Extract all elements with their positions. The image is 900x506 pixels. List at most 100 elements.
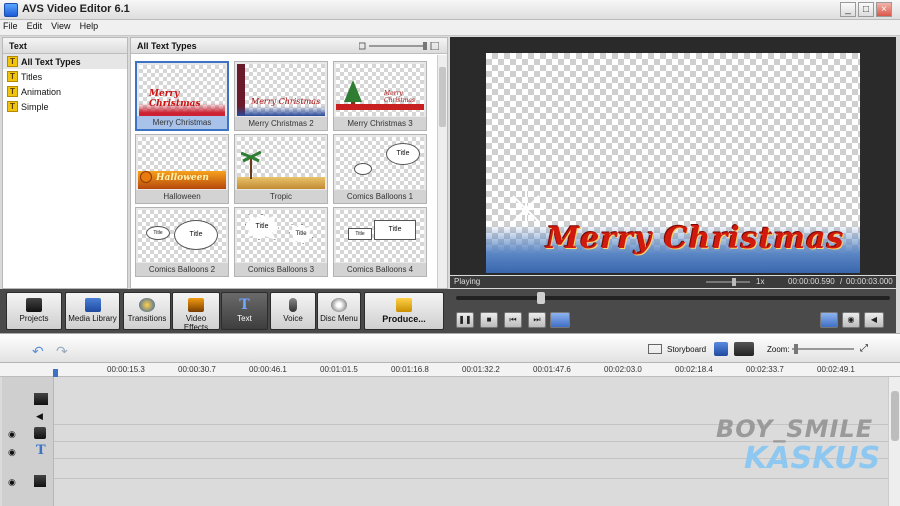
ruler-tick-label: 00:02:18.4	[675, 365, 713, 374]
seek-knob[interactable]	[537, 292, 545, 304]
seek-bar[interactable]	[450, 289, 896, 307]
menu-help[interactable]: Help	[77, 20, 102, 32]
scroll-thumb[interactable]	[439, 67, 446, 127]
stop-icon[interactable]: ■	[480, 312, 498, 328]
text-template-card[interactable]: Merry Christmas Merry Christmas 2	[234, 61, 328, 131]
audio-track-icon	[34, 475, 46, 487]
transitions-icon	[139, 298, 155, 312]
panel-header: All Text Types	[131, 38, 447, 54]
menu-view[interactable]: View	[48, 20, 73, 32]
produce-icon	[396, 298, 412, 312]
text-template-card[interactable]: Merry Christmas Merry Christmas	[135, 61, 229, 131]
fullscreen-icon[interactable]	[550, 312, 570, 328]
minimize-button[interactable]: _	[840, 2, 856, 17]
category-titles[interactable]: T Titles	[3, 69, 127, 84]
text-template-card[interactable]: Title Comics Balloons 1	[333, 134, 427, 204]
text-template-card[interactable]: Title Title Comics Balloons 2	[135, 207, 229, 277]
text-button[interactable]: T Text	[221, 292, 268, 330]
category-label: Animation	[21, 86, 62, 97]
voice-button[interactable]: Voice	[270, 292, 316, 330]
eye-icon[interactable]: ◉	[8, 447, 16, 458]
audio-mute-icon[interactable]: ◀	[36, 411, 43, 422]
timeline-scrollbar[interactable]	[888, 377, 900, 506]
produce-button[interactable]: Produce...	[364, 292, 444, 330]
button-label: Video Effects	[183, 314, 209, 332]
category-all-text-types[interactable]: T All Text Types	[3, 54, 127, 69]
template-overlay-text: Halloween	[156, 173, 209, 183]
category-simple[interactable]: T Simple	[3, 99, 127, 114]
text-template-card[interactable]: Tropic	[234, 134, 328, 204]
ruler-tick-label: 00:01:32.2	[462, 365, 500, 374]
template-preview: Merry Christmas	[139, 65, 225, 117]
scroll-thumb[interactable]	[891, 391, 899, 441]
template-preview: Halloween	[138, 137, 226, 189]
app-icon	[4, 3, 18, 17]
menu-edit[interactable]: Edit	[24, 20, 46, 32]
media-library-button[interactable]: Media Library	[65, 292, 120, 330]
zoom-slider[interactable]	[792, 344, 854, 354]
maximize-button[interactable]: □	[858, 2, 874, 17]
video-effects-button[interactable]: Video Effects	[172, 292, 220, 332]
button-label: Transitions	[127, 314, 167, 323]
template-overlay-text: Title	[374, 220, 416, 240]
ruler-tick-label: 00:00:46.1	[249, 365, 287, 374]
playback-speed: 1x	[756, 277, 765, 286]
text-template-card[interactable]: Title Title Comics Balloons 4	[333, 207, 427, 277]
next-frame-icon[interactable]: ⏭	[528, 312, 546, 328]
template-caption: Comics Balloons 2	[136, 263, 228, 276]
playback-status: Playing	[454, 277, 481, 286]
volume-icon[interactable]: ◀	[864, 312, 884, 328]
button-label: Disc Menu	[320, 314, 358, 323]
ruler-tick-label: 00:00:30.7	[178, 365, 216, 374]
timeline-tracks[interactable]: BOY_SMILE KASKUS	[0, 377, 900, 506]
playhead-marker[interactable]	[53, 369, 58, 377]
text-types-grid-panel: All Text Types Merry Christmas Merry Chr…	[130, 37, 448, 289]
close-button[interactable]: ×	[876, 2, 892, 17]
playback-status-bar: Playing 1x 00:00:00.590 / 00:00:03.000	[450, 276, 896, 288]
menu-file[interactable]: File	[0, 20, 21, 32]
transitions-button[interactable]: Transitions	[123, 292, 171, 330]
display-mode-icon[interactable]	[734, 342, 754, 356]
ruler-tick-label: 00:01:01.5	[320, 365, 358, 374]
category-animation[interactable]: T Animation	[3, 84, 127, 99]
snapshot-icon[interactable]: ◉	[842, 312, 860, 328]
balloon-shape	[354, 163, 372, 175]
text-template-card[interactable]: Merry Christmas Merry Christmas 3	[333, 61, 427, 131]
aspect-icon[interactable]	[820, 312, 838, 328]
ruler-tick-label: 00:02:03.0	[604, 365, 642, 374]
pause-icon[interactable]: ❚❚	[456, 312, 474, 328]
seek-track	[456, 296, 890, 300]
audio-settings-icon[interactable]	[714, 342, 728, 356]
storyboard-toggle[interactable]: Storyboard	[667, 345, 706, 354]
template-overlay-text: Merry Christmas	[251, 97, 321, 106]
timeline-ruler[interactable]: 00:00:15.3 00:00:30.7 00:00:46.1 00:01:0…	[0, 363, 900, 377]
main-toolbar: Projects Media Library Transitions Video…	[0, 289, 450, 333]
fit-to-window-icon[interactable]: ⤢	[860, 343, 868, 354]
current-time: 00:00:00.590	[788, 277, 835, 286]
storyboard-icon[interactable]	[648, 344, 662, 354]
watermark-line2: KASKUS	[744, 441, 881, 476]
grid-scrollbar[interactable]	[437, 55, 447, 288]
text-type-icon: T	[7, 86, 18, 97]
effects-track-icon	[34, 427, 46, 439]
snowflake-icon	[508, 191, 544, 227]
previous-frame-icon[interactable]: ⏮	[504, 312, 522, 328]
disc-menu-button[interactable]: Disc Menu	[317, 292, 361, 330]
template-caption: Merry Christmas	[137, 116, 227, 129]
eye-icon[interactable]: ◉	[8, 429, 16, 440]
eye-icon[interactable]: ◉	[8, 477, 16, 488]
thumbnail-size-slider[interactable]	[359, 42, 439, 50]
panel-header: Text	[3, 38, 127, 54]
text-template-card[interactable]: Title Title Comics Balloons 3	[234, 207, 328, 277]
window-title: AVS Video Editor 6.1	[22, 3, 130, 15]
projects-button[interactable]: Projects	[6, 292, 62, 330]
playback-controls: ❚❚ ■ ⏮ ⏭ ◉ ◀	[450, 307, 896, 333]
speed-slider[interactable]	[706, 278, 750, 286]
undo-icon[interactable]: ↶	[32, 343, 44, 360]
redo-icon[interactable]: ↷	[56, 343, 68, 360]
button-label: Voice	[283, 314, 303, 323]
template-caption: Comics Balloons 3	[235, 263, 327, 276]
text-template-card[interactable]: Halloween Halloween	[135, 134, 229, 204]
template-preview: Title Title	[138, 210, 226, 262]
title-bar: AVS Video Editor 6.1 _ □ ×	[0, 0, 900, 20]
